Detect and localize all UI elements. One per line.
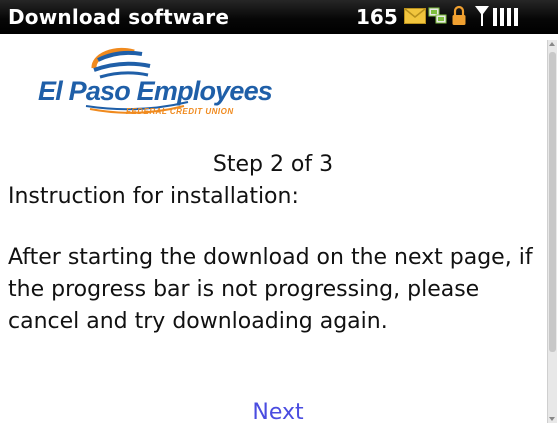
scroll-thumb[interactable] — [549, 52, 556, 352]
content-area: El Paso Employees FEDERAL CREDIT UNION S… — [0, 34, 546, 423]
title-bar: Download software 165 — [0, 0, 558, 34]
credit-union-logo: El Paso Employees FEDERAL CREDIT UNION — [38, 46, 273, 120]
device-screen: Download software 165 El Paso Employees … — [0, 0, 558, 423]
antenna-icon — [474, 4, 490, 32]
scroll-up-arrow-icon[interactable] — [549, 42, 555, 46]
logo-subtitle: FEDERAL CREDIT UNION — [126, 107, 234, 116]
network-icon — [428, 6, 448, 30]
envelope-icon — [404, 8, 426, 28]
instruction-title: Instruction for installation: — [8, 184, 299, 209]
logo-wordmark: El Paso Employees — [38, 76, 273, 106]
step-indicator: Step 2 of 3 — [212, 152, 334, 177]
message-count: 165 — [356, 5, 398, 29]
app-title: Download software — [8, 5, 230, 29]
next-link[interactable]: Next — [0, 398, 556, 423]
lock-icon — [451, 5, 467, 31]
signal-bars-icon — [492, 5, 524, 31]
scrollbar[interactable] — [547, 40, 557, 423]
scroll-down-arrow-icon[interactable] — [549, 417, 555, 421]
instruction-text: After starting the download on the next … — [8, 245, 533, 334]
